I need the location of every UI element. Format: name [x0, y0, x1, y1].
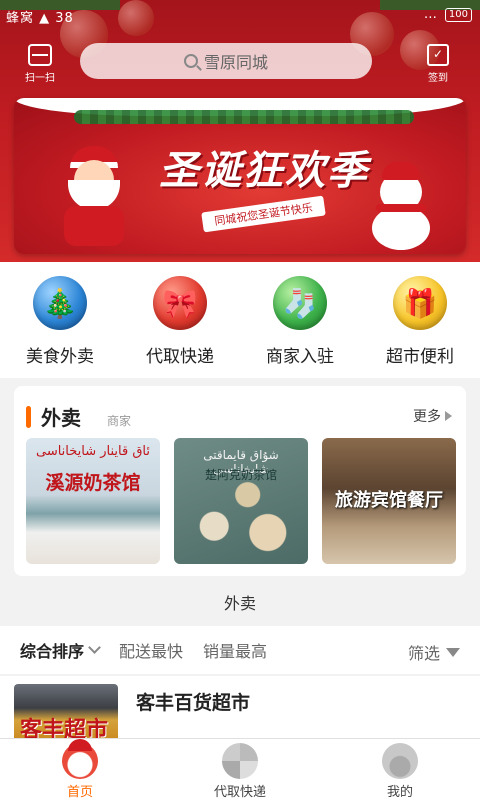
quick-nav-label: 超市便利 — [386, 347, 454, 367]
search-icon — [183, 54, 198, 68]
search-placeholder: 雪原同城 — [203, 53, 268, 72]
calendar-check-icon: ✓ — [427, 44, 449, 66]
banner-title: 圣诞狂欢季 — [159, 147, 369, 194]
shop-card[interactable]: 旅游宾馆餐厅 — [322, 438, 456, 564]
funnel-icon — [446, 647, 460, 657]
tab-mine[interactable]: 我的 — [320, 739, 480, 800]
battery-icon: 100 — [444, 7, 472, 22]
quick-nav-label: 代取快递 — [146, 347, 214, 367]
section-caption: 外卖 — [223, 594, 256, 613]
signin-button[interactable]: ✓ 签到 — [420, 44, 456, 84]
scan-icon — [28, 44, 52, 66]
shop-overlay-name: 楚阿克奶茶馆 — [204, 468, 277, 482]
card-title: 外卖 — [41, 406, 81, 430]
scan-button[interactable]: 扫一扫 — [22, 44, 58, 84]
gift-bow-icon: 🎀 — [153, 276, 207, 330]
accent-bar — [26, 405, 31, 428]
chevron-down-icon — [88, 641, 101, 654]
card-subtitle: 商家 — [107, 414, 132, 428]
signal-icon: … — [423, 7, 437, 22]
snowman-home-icon — [62, 739, 98, 779]
quick-nav-supermarket[interactable]: 🎁 超市便利 — [360, 262, 480, 378]
takeaway-card: 外卖 商家 更多 ئاق قاينار شايخاناسى 溪源奶茶馆 شۇاق… — [14, 386, 466, 576]
signin-label: 签到 — [428, 73, 448, 84]
shop-overlay-name: 旅游宾馆餐厅 — [335, 490, 443, 511]
christmas-stocking-icon: 🧦 — [273, 276, 327, 330]
sort-comprehensive[interactable]: 综合排序 — [20, 638, 101, 662]
quick-nav-label: 商家入驻 — [266, 347, 334, 367]
status-icons: … 100 — [424, 7, 472, 22]
quick-nav: 🎄 美食外卖 🎀 代取快递 🧦 商家入驻 🎁 超市便利 — [0, 262, 480, 378]
bottom-tab-bar: 首页 代取快递 我的 — [0, 738, 480, 800]
tab-home[interactable]: 首页 — [0, 739, 160, 800]
tab-label: 代取快递 — [213, 785, 266, 800]
sort-top-sales[interactable]: 销量最高 — [203, 638, 267, 662]
scan-label: 扫一扫 — [25, 73, 55, 84]
promo-banner[interactable]: 圣诞狂欢季 同城祝您圣诞节快乐 — [14, 98, 466, 254]
search-input[interactable]: 雪原同城 — [80, 43, 372, 79]
shop-overlay-name: 溪源奶茶馆 — [45, 472, 141, 494]
banner-ribbon: 同城祝您圣诞节快乐 — [201, 195, 326, 233]
garland-decoration — [74, 110, 414, 124]
app-page: 蜂窝 ▲ 38 … 100 扫一扫 雪原同城 ✓ 签到 圣诞狂欢季 同城祝您圣诞… — [0, 0, 480, 800]
quick-nav-merchant-join[interactable]: 🧦 商家入驻 — [240, 262, 360, 378]
status-network: 蜂窝 ▲ 38 — [6, 11, 74, 26]
arrow-right-icon — [445, 411, 452, 421]
pinwheel-icon — [222, 743, 258, 779]
store-list-item[interactable]: 客丰超市 客丰百货超市 — [0, 676, 480, 744]
shop-card[interactable]: ئاق قاينار شايخاناسى 溪源奶茶馆 — [26, 438, 160, 564]
card-header: 外卖 商家 — [26, 402, 131, 431]
sort-fastest-delivery[interactable]: 配送最快 — [119, 638, 183, 662]
shop-card[interactable]: شۇاق قايماقتى شايخاناسى 楚阿克奶茶馆 — [174, 438, 308, 564]
quick-nav-label: 美食外卖 — [26, 347, 94, 367]
sort-label: 综合排序 — [20, 642, 85, 661]
sort-bar: 综合排序 配送最快 销量最高 筛选 — [0, 626, 480, 674]
filter-label: 筛选 — [407, 644, 440, 663]
header: 蜂窝 ▲ 38 … 100 扫一扫 雪原同城 ✓ 签到 圣诞狂欢季 同城祝您圣诞… — [0, 0, 480, 262]
filter-button[interactable]: 筛选 — [408, 640, 460, 664]
more-link[interactable]: 更多 — [413, 406, 452, 426]
tab-label: 首页 — [66, 785, 93, 800]
more-label: 更多 — [413, 409, 441, 425]
tab-express-pickup[interactable]: 代取快递 — [160, 739, 320, 800]
ornament-profile-icon — [382, 743, 418, 779]
santa-illustration — [54, 146, 134, 246]
store-name: 客丰百货超市 — [136, 692, 251, 714]
quick-nav-food-delivery[interactable]: 🎄 美食外卖 — [0, 262, 120, 378]
shop-overlay-uyghur: ئاق قاينار شايخاناسى — [35, 444, 151, 459]
tab-label: 我的 — [386, 785, 413, 800]
christmas-tree-icon: 🎄 — [33, 276, 87, 330]
candy-cane-icon: 🎁 — [393, 276, 447, 330]
store-thumbnail: 客丰超市 — [14, 684, 118, 744]
status-bar: 蜂窝 ▲ 38 … 100 — [0, 0, 480, 30]
quick-nav-express-pickup[interactable]: 🎀 代取快递 — [120, 262, 240, 378]
shop-list: ئاق قاينار شايخاناسى 溪源奶茶馆 شۇاق قايماقتى… — [26, 438, 456, 564]
snowman-illustration — [366, 162, 436, 250]
